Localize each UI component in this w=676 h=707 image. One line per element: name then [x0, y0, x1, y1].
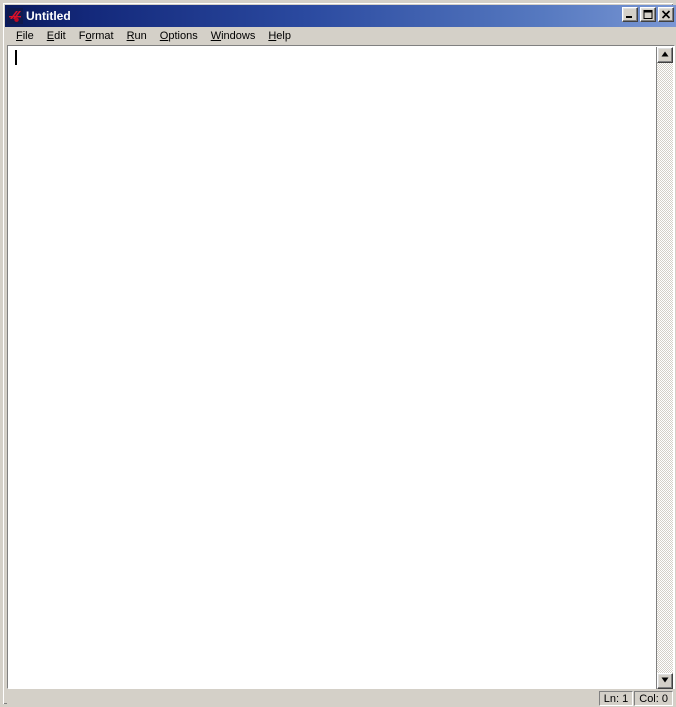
- menu-file-after: ile: [22, 30, 34, 42]
- menu-item-edit[interactable]: Edit: [41, 29, 73, 43]
- idle-editor-window: Untitled File Edit Format Run Options Wi…: [0, 0, 676, 707]
- menu-item-file[interactable]: File: [10, 29, 41, 43]
- status-column-indicator: Col: 0: [634, 690, 673, 706]
- menu-item-options[interactable]: Options: [154, 29, 205, 43]
- menu-item-format[interactable]: Format: [73, 29, 121, 43]
- menu-edit-after: dit: [54, 30, 66, 42]
- close-button[interactable]: [658, 7, 674, 22]
- window-controls: [622, 7, 674, 22]
- menu-item-run[interactable]: Run: [121, 29, 154, 43]
- menu-windows-accel: W: [210, 30, 222, 42]
- menu-format-after: rmat: [91, 30, 114, 42]
- status-line-indicator: Ln: 1: [598, 690, 634, 706]
- menu-run-after: un: [134, 30, 147, 42]
- menu-item-help[interactable]: Help: [262, 29, 298, 43]
- minimize-button[interactable]: [622, 7, 638, 22]
- menu-help-after: elp: [276, 30, 291, 42]
- menu-item-windows[interactable]: Windows: [205, 29, 263, 43]
- scroll-up-arrow-icon[interactable]: [657, 47, 673, 63]
- status-bar: Ln: 1 Col: 0: [7, 689, 675, 707]
- code-text-area[interactable]: [9, 47, 657, 687]
- window-title: Untitled: [26, 9, 71, 23]
- python-idle-icon: [7, 8, 23, 24]
- menu-file-accel: F: [16, 30, 23, 42]
- maximize-button[interactable]: [640, 7, 656, 22]
- title-bar[interactable]: Untitled: [5, 5, 676, 27]
- menu-options-after: ptions: [168, 30, 198, 42]
- menu-bar: File Edit Format Run Options Windows Hel…: [5, 27, 676, 45]
- vertical-scrollbar[interactable]: [656, 47, 673, 689]
- menu-edit-accel: E: [46, 30, 55, 42]
- menu-windows-after: indows: [221, 30, 256, 42]
- text-caret: [15, 50, 17, 65]
- editor-frame: [7, 45, 675, 689]
- menu-run-accel: R: [126, 30, 135, 42]
- scroll-down-arrow-icon[interactable]: [657, 673, 673, 689]
